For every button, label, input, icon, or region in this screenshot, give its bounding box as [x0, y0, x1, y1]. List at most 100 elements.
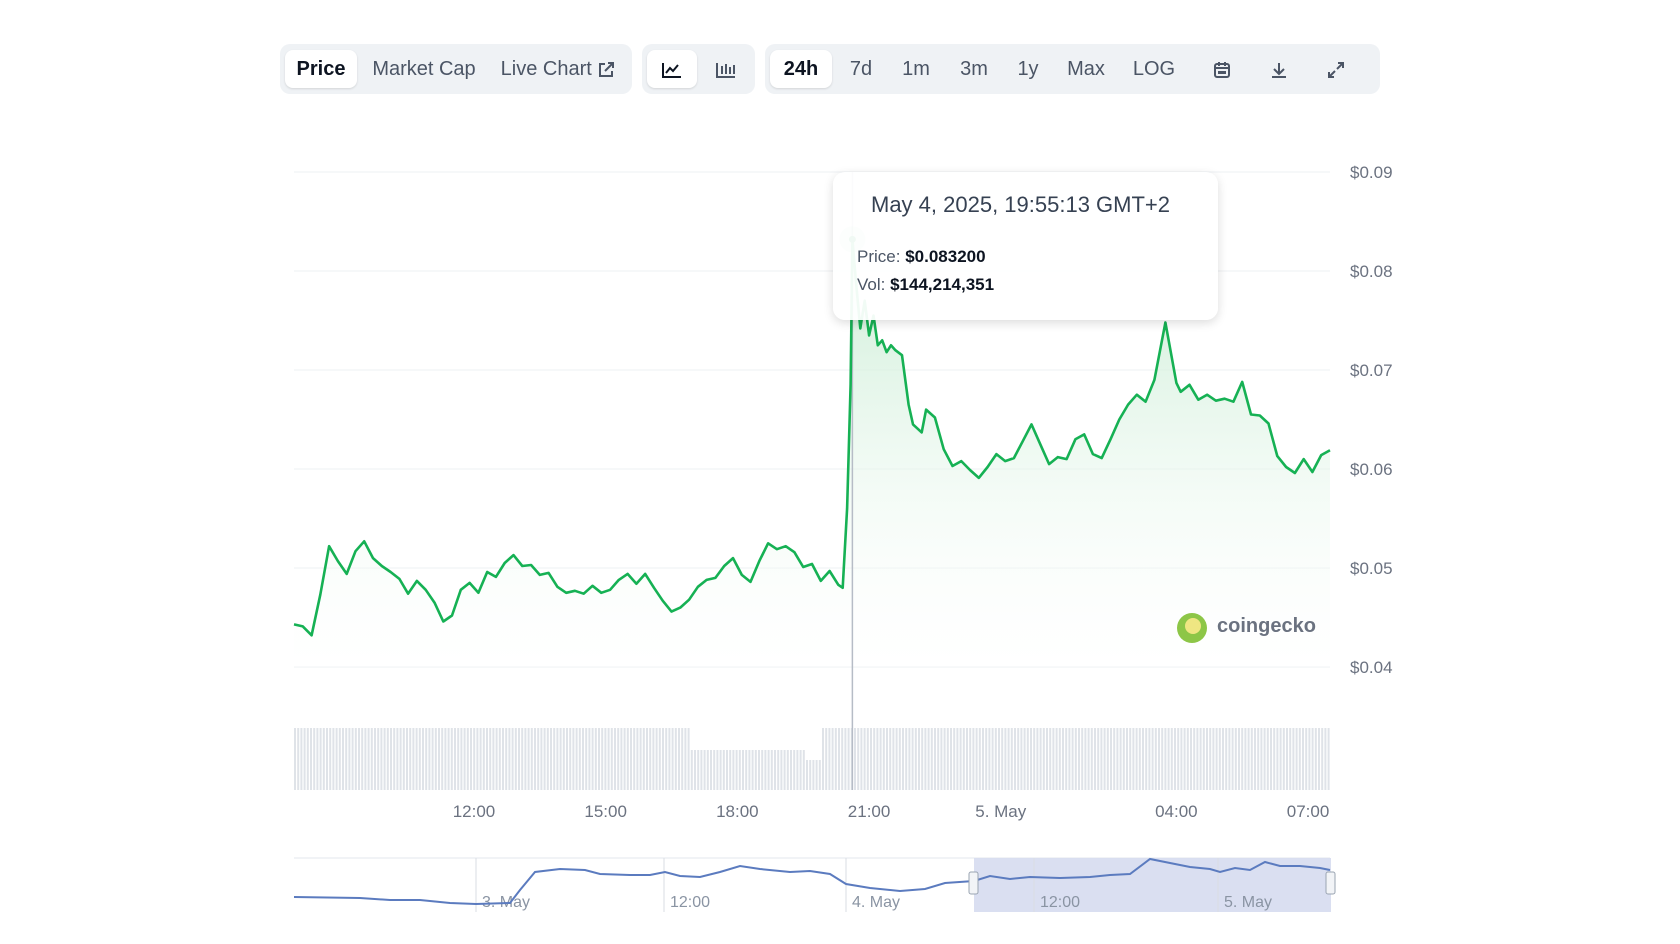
- volume-bar: [639, 728, 642, 790]
- volume-bar: [742, 750, 744, 790]
- volume-bar: [844, 728, 847, 790]
- volume-bar: [950, 728, 952, 790]
- volume-bar: [1234, 728, 1237, 790]
- volume-bar: [1218, 728, 1221, 790]
- volume-bar: [982, 728, 984, 790]
- volume-bar: [783, 750, 786, 790]
- volume-bar: [575, 728, 578, 790]
- price-chart[interactable]: $0.09 $0.08 $0.07 $0.06 $0.05 $0.04 12:00 15:0…: [0, 0, 1680, 944]
- volume-bar: [898, 728, 901, 790]
- volume-bar: [1138, 728, 1141, 790]
- coingecko-brand-text: coingecko: [1217, 615, 1316, 637]
- volume-bar: [780, 750, 783, 790]
- volume-bar: [482, 728, 485, 790]
- volume-bar: [943, 728, 946, 790]
- volume-bar: [678, 728, 680, 790]
- volume-bar: [431, 728, 434, 790]
- volume-bar: [930, 728, 933, 790]
- volume-bar: [508, 728, 511, 790]
- volume-bar: [1215, 728, 1218, 790]
- volume-bar: [553, 728, 556, 790]
- volume-bar: [380, 728, 383, 790]
- volume-bar: [1106, 728, 1109, 790]
- volume-bar: [966, 728, 968, 790]
- x-tick-label: 21:00: [848, 802, 891, 821]
- volume-bar: [1014, 728, 1016, 790]
- volume-bar: [1058, 728, 1061, 790]
- volume-bar: [1279, 728, 1282, 790]
- volume-bar: [585, 728, 588, 790]
- volume-bar: [502, 728, 504, 790]
- volume-bar: [1254, 728, 1256, 790]
- volume-bar: [620, 728, 623, 790]
- volume-bar: [1164, 728, 1167, 790]
- volume-bar: [882, 728, 885, 790]
- volume-bar: [985, 728, 988, 790]
- volume-bar: [511, 728, 514, 790]
- volume-bar: [646, 728, 648, 790]
- volume-bar: [1174, 728, 1176, 790]
- volume-bar: [1311, 728, 1314, 790]
- volume-bar: [1074, 728, 1077, 790]
- volume-bar: [1241, 728, 1244, 790]
- volume-bar: [918, 728, 920, 790]
- volume-bar: [854, 728, 856, 790]
- volume-bar: [1100, 728, 1103, 790]
- navigator-handle[interactable]: [968, 871, 979, 895]
- volume-bar: [610, 728, 613, 790]
- volume-bar: [578, 728, 581, 790]
- volume-bar: [751, 750, 754, 790]
- volume-bar: [1225, 728, 1228, 790]
- volume-bar: [1180, 728, 1183, 790]
- volume-bar: [1247, 728, 1250, 790]
- volume-bar: [911, 728, 914, 790]
- volume-bar: [1295, 728, 1298, 790]
- volume-bar: [361, 728, 364, 790]
- volume-bar: [623, 728, 626, 790]
- navigator-handle[interactable]: [1325, 871, 1336, 895]
- volume-bar: [1228, 728, 1231, 790]
- volume-bar: [556, 728, 559, 790]
- volume-bar: [1263, 728, 1266, 790]
- volume-bar: [719, 750, 722, 790]
- y-axis-labels: $0.09 $0.08 $0.07 $0.06 $0.05 $0.04: [1350, 163, 1393, 677]
- volume-bar: [841, 728, 844, 790]
- volume-bar: [489, 728, 492, 790]
- volume-bar: [498, 728, 501, 790]
- volume-bar: [655, 728, 658, 790]
- volume-bar: [876, 728, 879, 790]
- volume-bar: [466, 728, 469, 790]
- y-tick-label: $0.05: [1350, 559, 1393, 578]
- volume-bar: [1148, 728, 1151, 790]
- volume-bar: [902, 728, 904, 790]
- x-tick-label: 12:00: [453, 802, 496, 821]
- coingecko-logo-icon: [1177, 613, 1207, 643]
- volume-bar: [1196, 728, 1199, 790]
- volume-bar: [319, 728, 322, 790]
- volume-bar: [838, 728, 840, 790]
- volume-bar: [665, 728, 668, 790]
- volume-bar: [806, 760, 808, 790]
- range-navigator[interactable]: 3. May 12:00 4. May 12:00 5. May: [293, 857, 1336, 912]
- volume-bar: [726, 750, 728, 790]
- volume-bar: [434, 728, 437, 790]
- price-tooltip: May 4, 2025, 19:55:13 GMT+2 Price: $0.08…: [833, 172, 1218, 320]
- volume-bar: [450, 728, 453, 790]
- volume-bar: [735, 750, 738, 790]
- volume-bar: [396, 728, 399, 790]
- x-tick-label: 5. May: [975, 802, 1027, 821]
- volume-bar: [668, 728, 671, 790]
- volume-bar: [351, 728, 354, 790]
- volume-bar: [870, 728, 872, 790]
- volume-bar: [828, 728, 831, 790]
- volume-bar: [562, 728, 565, 790]
- volume-bar: [994, 728, 997, 790]
- volume-bar: [953, 728, 956, 790]
- volume-bar: [799, 750, 802, 790]
- volume-bar: [1129, 728, 1132, 790]
- volume-bar: [889, 728, 892, 790]
- x-tick-label: 15:00: [584, 802, 627, 821]
- volume-bar: [1020, 728, 1023, 790]
- volume-bar: [866, 728, 869, 790]
- volume-bar: [1260, 728, 1263, 790]
